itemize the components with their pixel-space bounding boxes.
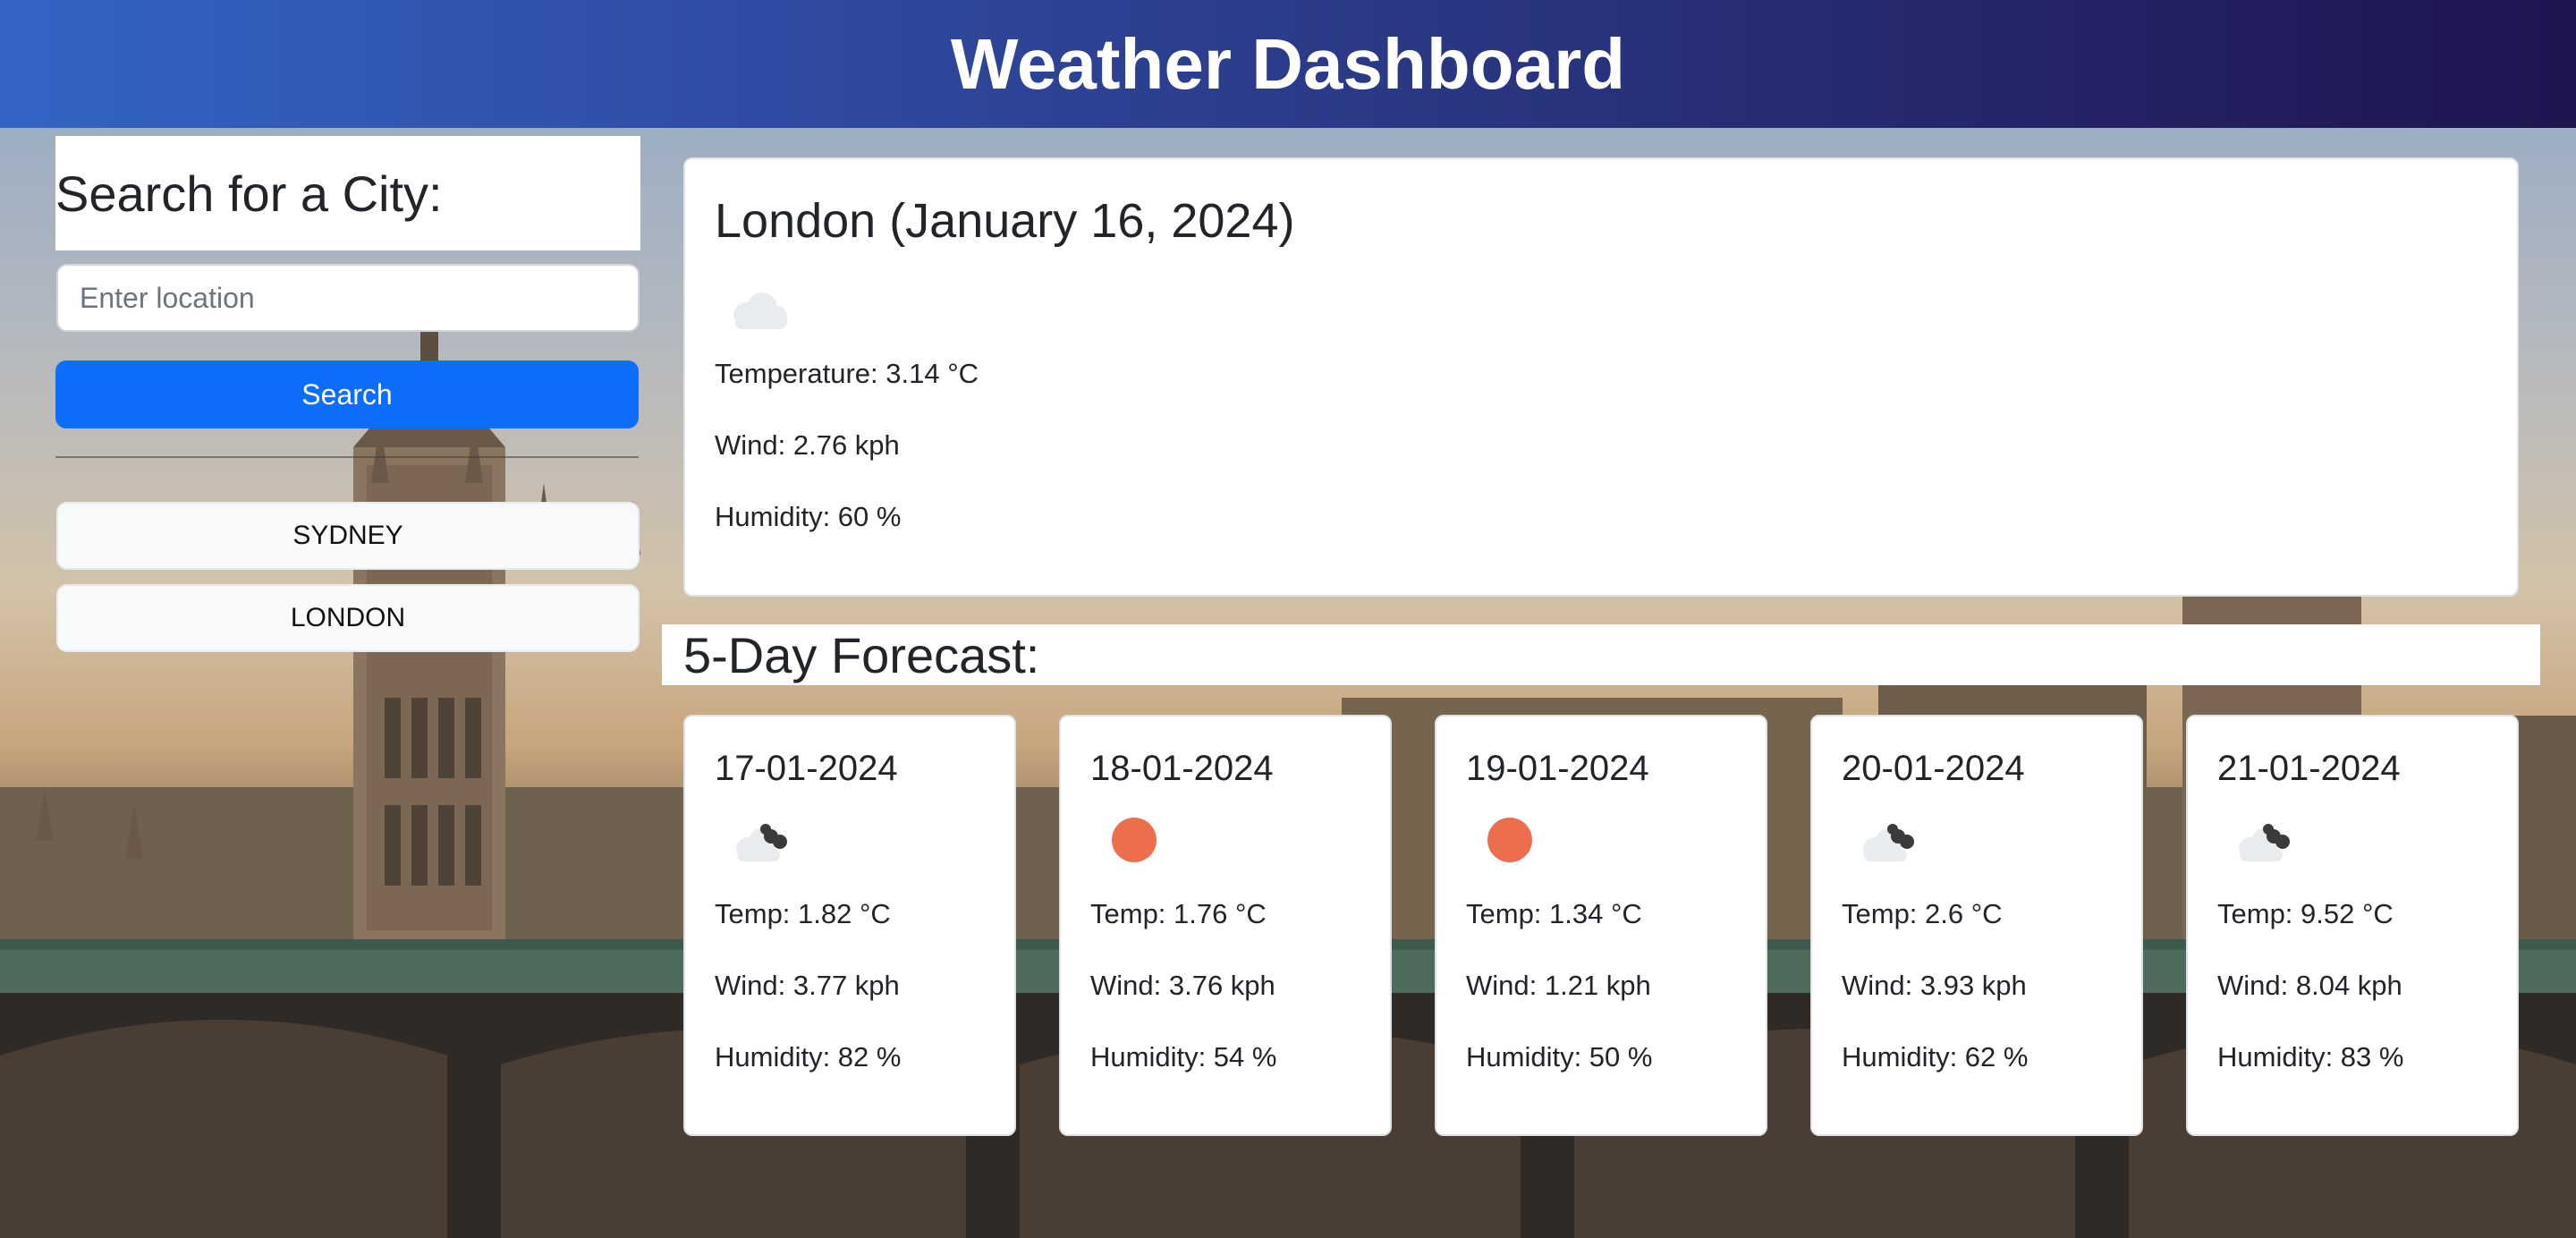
current-wind: Wind: 2.76 kph (715, 429, 900, 461)
forecast-humidity: Humidity: 54 % (1090, 1041, 1277, 1073)
header-bar: Weather Dashboard (0, 0, 2576, 128)
current-temperature: Temperature: 3.14 °C (715, 358, 979, 389)
forecast-date: 17-01-2024 (715, 749, 898, 788)
search-heading-box: Search for a City: (55, 136, 640, 250)
forecast-humidity: Humidity: 50 % (1466, 1041, 1653, 1073)
forecast-humidity: Humidity: 83 % (2217, 1041, 2404, 1073)
forecast-date: 20-01-2024 (1842, 749, 2025, 788)
forecast-card: 21-01-2024 Temp: 9.52 °C Wind: 8.04 kph … (2186, 715, 2519, 1136)
forecast-card: 17-01-2024 Temp: 1.82 °C Wind: 3.77 kph … (683, 715, 1016, 1136)
search-input[interactable] (56, 264, 640, 332)
forecast-wind: Wind: 8.04 kph (2217, 970, 2402, 1001)
current-weather-card: London (January 16, 2024) Temperature: 3… (683, 157, 2519, 597)
forecast-card: 18-01-2024 Temp: 1.76 °C Wind: 3.76 kph … (1059, 715, 1392, 1136)
cloudy-icon (736, 824, 787, 861)
history-button-sydney[interactable]: SYDNEY (56, 502, 640, 570)
history-button-london[interactable]: LONDON (56, 584, 640, 652)
forecast-temp: Temp: 1.76 °C (1090, 898, 1267, 929)
forecast-wind: Wind: 3.76 kph (1090, 970, 1275, 1001)
sun-icon (1487, 818, 1532, 862)
forecast-date: 21-01-2024 (2217, 749, 2401, 788)
sidebar-divider (55, 456, 639, 458)
forecast-temp: Temp: 9.52 °C (2217, 898, 2394, 929)
current-humidity: Humidity: 60 % (715, 501, 902, 532)
page-title: Weather Dashboard (950, 23, 1626, 104)
forecast-wind: Wind: 3.93 kph (1842, 970, 2027, 1001)
forecast-wind: Wind: 1.21 kph (1466, 970, 1651, 1001)
search-button[interactable]: Search (55, 360, 639, 428)
search-heading: Search for a City: (55, 165, 443, 222)
forecast-date: 19-01-2024 (1466, 749, 1649, 788)
current-weather-title: London (January 16, 2024) (715, 194, 1295, 248)
forecast-humidity: Humidity: 82 % (715, 1041, 902, 1073)
forecast-card: 20-01-2024 Temp: 2.6 °C Wind: 3.93 kph H… (1810, 715, 2143, 1136)
forecast-heading-box: 5-Day Forecast: (662, 624, 2540, 685)
cloudy-icon (1863, 824, 1914, 861)
forecast-date: 18-01-2024 (1090, 749, 1274, 788)
forecast-temp: Temp: 1.82 °C (715, 898, 891, 929)
forecast-wind: Wind: 3.77 kph (715, 970, 900, 1001)
forecast-heading: 5-Day Forecast: (683, 626, 1040, 683)
sun-icon (1112, 818, 1157, 862)
forecast-temp: Temp: 1.34 °C (1466, 898, 1642, 929)
cloudy-icon (2239, 824, 2290, 861)
forecast-temp: Temp: 2.6 °C (1842, 898, 2003, 929)
forecast-humidity: Humidity: 62 % (1842, 1041, 2029, 1073)
cloud-icon (733, 293, 787, 329)
forecast-card: 19-01-2024 Temp: 1.34 °C Wind: 1.21 kph … (1435, 715, 1767, 1136)
